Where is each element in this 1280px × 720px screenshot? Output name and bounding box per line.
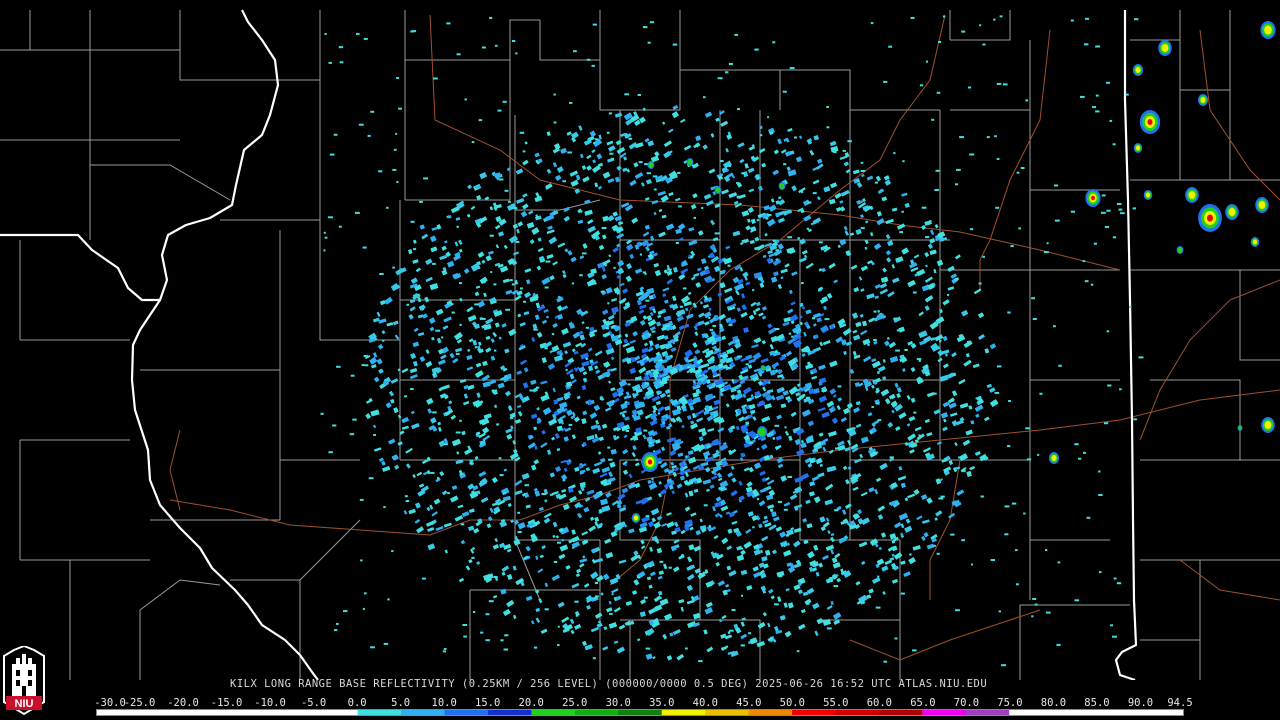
- colorbar-segment: [227, 710, 272, 715]
- legend-tick-label: 55.0: [823, 697, 849, 709]
- colorbar-segment: [183, 710, 228, 715]
- colorbar-segment: [1009, 710, 1054, 715]
- colorbar-segment: [357, 710, 402, 715]
- colorbar-segment: [401, 710, 446, 715]
- colorbar-segment: [705, 710, 750, 715]
- legend-tick-label: -10.0: [254, 697, 286, 709]
- radar-echoes: [320, 15, 1144, 667]
- colorbar-segment: [748, 710, 793, 715]
- radar-product-caption: KILX LONG RANGE BASE REFLECTIVITY (0.25K…: [230, 678, 988, 690]
- legend-tick-label: -20.0: [167, 697, 199, 709]
- legend-tick-label: 5.0: [391, 697, 411, 709]
- colorbar-segment: [965, 710, 1010, 715]
- colorbar-segment: [314, 710, 359, 715]
- legend-tick-label: 30.0: [605, 697, 631, 709]
- legend-tick-label: 80.0: [1040, 697, 1067, 709]
- legend-tick-label: 65.0: [910, 697, 936, 709]
- legend-tick-label: 75.0: [997, 697, 1023, 709]
- colorbar-segment: [444, 710, 489, 715]
- legend-tick-labels: -30.0 -25.0 -20.0 -15.0 -10.0 -5.0 0.0 5.0 10.0 1…: [94, 697, 1196, 709]
- logo-text: NIU: [15, 698, 34, 710]
- legend-tick-label: 35.0: [649, 697, 675, 709]
- colorbar-segment: [835, 710, 880, 715]
- colorbar-segment: [878, 710, 923, 715]
- legend-tick-label: 20.0: [518, 697, 544, 709]
- colorbar-segment: [531, 710, 576, 715]
- niu-tower-logo-icon: NIU: [3, 646, 45, 716]
- legend-tick-label: 10.0: [431, 697, 457, 709]
- legend-tick-label: 25.0: [562, 697, 588, 709]
- legend-tick-label: 0.0: [347, 697, 367, 709]
- colorbar-segment: [487, 710, 532, 715]
- colorbar-segment: [792, 710, 836, 715]
- colorbar-segment: [1139, 710, 1183, 715]
- radar-map: [0, 9, 1280, 680]
- county-boundaries: [0, 10, 1280, 680]
- legend-tick-label: 15.0: [475, 697, 501, 709]
- colorbar-segment: [922, 710, 967, 715]
- legend-tick-label: 90.0: [1127, 697, 1154, 709]
- legend-tick-label: 50.0: [779, 697, 805, 709]
- legend-tick-label: 60.0: [866, 697, 893, 709]
- colorbar-segment: [661, 710, 706, 715]
- legend-tick-label: -5.0: [300, 697, 327, 709]
- colorbar-segment: [270, 710, 315, 715]
- legend-tick-label: -25.0: [123, 697, 156, 709]
- colorbar-segment: [574, 710, 619, 715]
- legend-tick-label: 40.0: [692, 697, 718, 709]
- colorbar-segment: [97, 710, 141, 715]
- colorbar-segment: [140, 710, 185, 715]
- legend-tick-label: 70.0: [953, 697, 980, 709]
- legend-tick-label: -30.0: [94, 697, 126, 709]
- colorbar-segment: [1052, 710, 1097, 715]
- colorbar-segment: [618, 710, 663, 715]
- legend-tick-label: -15.0: [210, 697, 243, 709]
- legend-tick-label: 85.0: [1084, 697, 1110, 709]
- legend-tick-label: 94.5: [1167, 697, 1193, 709]
- colorbar-segment: [1096, 710, 1141, 715]
- reflectivity-colorbar: [96, 709, 1184, 716]
- legend-tick-label: 45.0: [736, 697, 762, 709]
